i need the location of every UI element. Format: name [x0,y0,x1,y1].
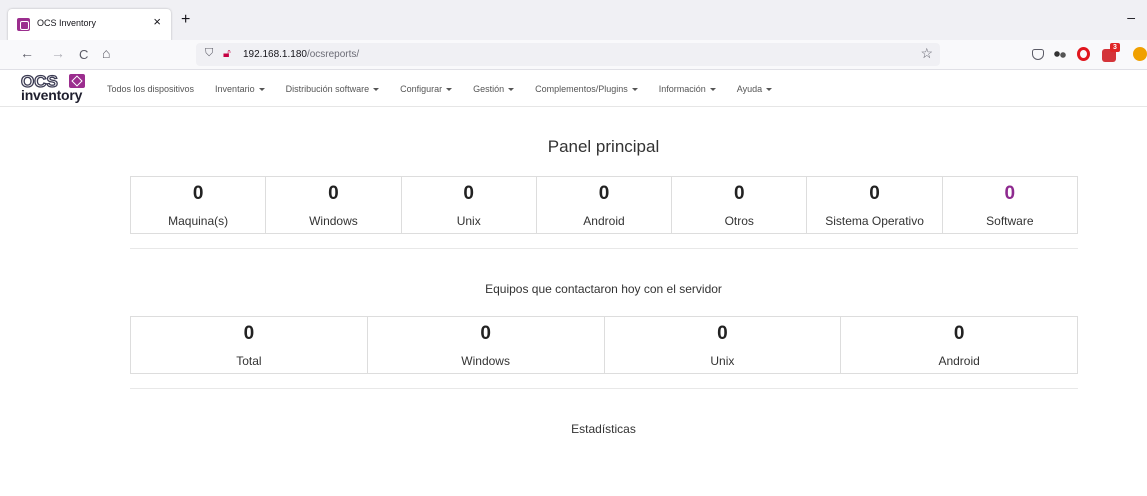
menu-software-distribution[interactable]: Distribución software [286,84,380,95]
extension-badge: 3 [1110,43,1120,52]
stat-value: 0 [953,323,965,344]
statistics-title: Estadísticas [571,422,636,436]
today-stat-unix[interactable]: 0 Unix [605,317,842,373]
today-stats: 0 Total 0 Windows 0 Unix 0 Android [130,316,1078,374]
stat-unix[interactable]: 0 Unix [402,177,537,233]
stat-label: Otros [724,214,754,228]
caret-down-icon [258,88,265,92]
logo-box-icon [69,74,85,88]
menu-label: Información [658,84,706,94]
stat-operating-system[interactable]: 0 Sistema Operativo [807,177,943,233]
today-stat-total[interactable]: 0 Total [131,317,368,373]
stat-label: Windows [309,214,358,228]
divider [130,248,1078,249]
menu-configure[interactable]: Configurar [400,84,453,95]
stat-software[interactable]: 0 Software [943,177,1077,233]
today-stat-windows[interactable]: 0 Windows [368,317,605,373]
ocs-logo[interactable]: OCS inventory [20,72,89,105]
browser-nav-bar: ← → C ⌂ ⛉ 🔓︎ 192.168.1.180/ocsreports/ ☆ [0,40,1147,70]
url-text[interactable]: 192.168.1.180/ocsreports/ [243,49,359,60]
caret-down-icon [446,88,453,92]
orange-extension-icon[interactable] [1133,47,1147,61]
stat-value: 0 [463,183,474,204]
menu-label: Todos los dispositivos [107,84,195,94]
stat-value: 0 [869,183,880,204]
stat-value: 0 [192,183,204,204]
back-arrow-icon[interactable]: ← [20,46,34,60]
caret-down-icon [373,88,380,92]
stat-value: 0 [480,323,491,344]
logo-inventory-text: inventory [21,87,83,103]
menu-inventory[interactable]: Inventario [215,84,265,95]
menu-label: Configurar [400,84,443,94]
stat-windows[interactable]: 0 Windows [266,177,402,233]
forward-arrow-icon[interactable]: → [51,46,65,60]
stat-value: 0 [243,323,255,344]
menu-label: Inventario [215,84,255,94]
caret-down-icon [508,88,515,92]
today-contacts-title: Equipos que contactaron hoy con el servi… [485,282,722,296]
menu-management[interactable]: Gestión [473,84,515,95]
caret-down-icon [709,88,716,92]
browser-tab-bar: OCS Inventory × + – [0,0,1147,41]
insecure-lock-icon[interactable]: 🔓︎ [223,47,231,59]
stat-label: Total [236,354,262,368]
menu-label: Ayuda [736,84,763,94]
reload-icon[interactable]: C [79,48,88,61]
menu-label: Distribución software [285,84,370,94]
menu-label: Gestión [473,84,505,94]
caret-down-icon [631,88,638,92]
stat-value: 0 [1004,183,1016,204]
stat-label: Android [583,214,625,228]
home-icon[interactable]: ⌂ [102,46,110,60]
stat-label: Android [938,354,980,368]
minimize-button[interactable]: – [1127,10,1135,24]
stat-label: Windows [461,354,510,368]
url-path: /ocsreports/ [306,49,360,60]
main-menu: Todos los dispositivos Inventario Distri… [107,84,793,95]
bookmark-star-icon[interactable]: ☆ [920,46,933,60]
menu-all-devices[interactable]: Todos los dispositivos [107,84,194,95]
stat-machines[interactable]: 0 Maquina(s) [131,177,267,233]
menu-information[interactable]: Información [659,84,716,95]
stat-others[interactable]: 0 Otros [672,177,808,233]
stat-value: 0 [598,183,610,204]
tracking-shield-icon[interactable]: ⛉ [205,48,213,59]
tab-close-icon[interactable]: × [153,15,161,28]
opera-extension-icon[interactable] [1077,47,1090,61]
extension-icon[interactable] [1054,50,1066,59]
menu-label: Complementos/Plugins [535,84,628,94]
page-title: Panel principal [547,137,660,156]
url-bar[interactable]: ⛉ 🔓︎ 192.168.1.180/ocsreports/ ☆ [196,43,940,66]
browser-tab[interactable]: OCS Inventory × [8,9,171,41]
today-stat-android[interactable]: 0 Android [841,317,1077,373]
stat-label: Maquina(s) [168,214,229,228]
app-navbar: OCS inventory Todos los dispositivos Inv… [0,71,1147,107]
stat-value: 0 [717,323,728,344]
divider [130,388,1078,389]
stat-value: 0 [328,183,339,204]
new-tab-button[interactable]: + [181,12,190,28]
stat-label: Unix [710,354,735,368]
stat-label: Sistema Operativo [825,214,924,228]
summary-stats: 0 Maquina(s) 0 Windows 0 Unix 0 Android … [130,176,1078,234]
menu-plugins[interactable]: Complementos/Plugins [535,84,638,95]
stat-label: Software [986,214,1034,228]
tab-title: OCS Inventory [37,18,97,28]
stat-label: Unix [456,214,481,228]
menu-help[interactable]: Ayuda [736,84,773,95]
ocs-favicon-icon [17,18,30,31]
stat-android[interactable]: 0 Android [537,177,673,233]
url-host: 192.168.1.180 [243,49,307,60]
caret-down-icon [766,88,773,92]
stat-value: 0 [733,183,745,204]
